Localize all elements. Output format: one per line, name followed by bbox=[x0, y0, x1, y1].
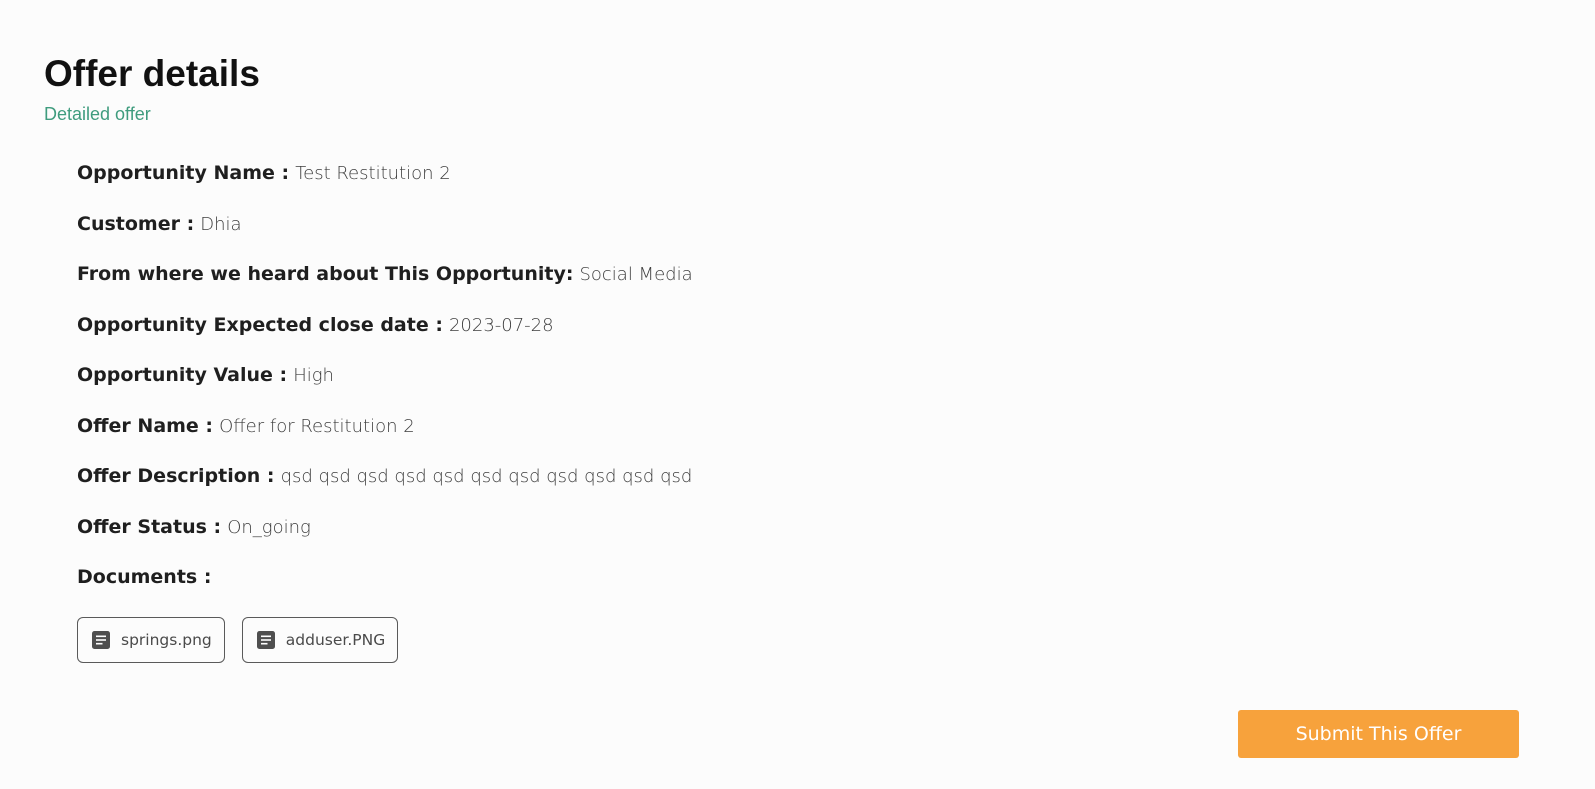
detail-value: qsd qsd qsd qsd qsd qsd qsd qsd qsd qsd … bbox=[280, 466, 693, 487]
detail-label: Opportunity Name : bbox=[77, 162, 290, 184]
detail-label: Opportunity Value : bbox=[77, 364, 288, 386]
documents-list: springs.png adduser.PNG bbox=[77, 617, 399, 663]
document-name: springs.png bbox=[121, 631, 212, 649]
detail-value: On_going bbox=[227, 516, 311, 538]
page-subtitle: Detailed offer bbox=[44, 104, 151, 124]
document-chip-adduser[interactable]: adduser.PNG bbox=[241, 617, 399, 663]
document-icon bbox=[256, 631, 275, 649]
detail-opportunity-value: Opportunity Value : High bbox=[77, 362, 1177, 388]
detail-documents: Documents : bbox=[77, 564, 1177, 590]
detail-offer-status: Offer Status : On_going bbox=[77, 514, 1177, 540]
detail-value: Dhia bbox=[200, 213, 242, 235]
detail-value: Test Restitution 2 bbox=[295, 163, 451, 184]
detail-label: From where we heard about This Opportuni… bbox=[77, 263, 574, 285]
document-icon bbox=[92, 631, 110, 649]
detail-label: Documents : bbox=[77, 566, 212, 588]
document-chip-springs[interactable]: springs.png bbox=[77, 617, 225, 663]
detail-label: Offer Status : bbox=[77, 515, 222, 538]
detail-value: High bbox=[293, 365, 334, 386]
detail-offer-name: Offer Name : Offer for Restitution 2 bbox=[77, 413, 1177, 439]
detail-offer-description: Offer Description : qsd qsd qsd qsd qsd … bbox=[77, 463, 1177, 489]
detail-value: 2023-07-28 bbox=[448, 314, 554, 336]
offer-details-list: Opportunity Name : Test Restitution 2 Cu… bbox=[77, 160, 1177, 615]
detail-customer: Customer : Dhia bbox=[77, 211, 1177, 237]
page-header: Offer details Detailed offer bbox=[44, 52, 260, 125]
detail-label: Offer Description : bbox=[77, 465, 275, 487]
detail-expected-close-date: Opportunity Expected close date : 2023-0… bbox=[77, 312, 1177, 338]
detail-value: Offer for Restitution 2 bbox=[219, 415, 415, 437]
detail-label: Customer : bbox=[77, 212, 195, 235]
detail-source: From where we heard about This Opportuni… bbox=[77, 261, 1177, 287]
submit-offer-button[interactable]: Submit This Offer bbox=[1238, 710, 1519, 758]
detail-opportunity-name: Opportunity Name : Test Restitution 2 bbox=[77, 160, 1177, 186]
detail-label: Offer Name : bbox=[77, 414, 214, 437]
document-name: adduser.PNG bbox=[285, 631, 386, 649]
detail-value: Social Media bbox=[579, 264, 693, 285]
detail-label: Opportunity Expected close date : bbox=[77, 313, 443, 336]
page-title: Offer details bbox=[44, 53, 260, 94]
